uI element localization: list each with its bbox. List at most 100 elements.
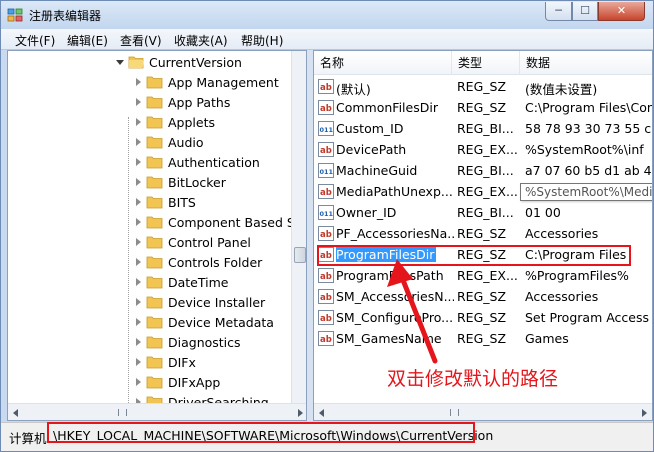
column-header-data[interactable]: 数据 bbox=[520, 51, 652, 75]
list-item[interactable]: ab SM_AccessoriesN... REG_SZ Accessories bbox=[314, 286, 652, 307]
annotation-arrow-icon bbox=[387, 259, 438, 364]
expand-icon[interactable] bbox=[136, 98, 141, 106]
value-name: DevicePath bbox=[336, 142, 454, 157]
highlight-box-programfilesdir bbox=[317, 245, 631, 266]
tree-item[interactable]: Audio bbox=[8, 132, 306, 152]
tree-item-label: DIFxApp bbox=[168, 375, 221, 390]
value-type: REG_EX... bbox=[457, 184, 518, 199]
folder-icon bbox=[146, 236, 163, 249]
expand-icon[interactable] bbox=[136, 78, 141, 86]
list-item[interactable]: ab PF_AccessoriesNa... REG_SZ Accessories bbox=[314, 223, 652, 244]
value-data: Set Program Access a bbox=[525, 310, 653, 325]
svg-text:ab: ab bbox=[320, 293, 332, 303]
values-horizontal-scrollbar[interactable] bbox=[314, 403, 652, 420]
tree-item[interactable]: App Paths bbox=[8, 92, 306, 112]
menu-view[interactable]: 查看(V) bbox=[120, 32, 162, 49]
svg-text:ab: ab bbox=[320, 83, 332, 93]
tree-item[interactable]: App Management bbox=[8, 72, 306, 92]
list-item[interactable]: ab DevicePath REG_EX... %SystemRoot%\inf bbox=[314, 139, 652, 160]
tree-item-currentversion[interactable]: CurrentVersion bbox=[8, 52, 306, 72]
tree-item-label: Controls Folder bbox=[168, 255, 263, 270]
tree-item[interactable]: Diagnostics bbox=[8, 332, 306, 352]
list-item[interactable]: 011 MachineGuid REG_BI... a7 07 60 b5 d1 ab… bbox=[314, 160, 652, 181]
folder-icon bbox=[146, 156, 163, 169]
expand-icon[interactable] bbox=[136, 258, 141, 266]
expand-icon[interactable] bbox=[136, 198, 141, 206]
list-item[interactable]: ab CommonFilesDir REG_SZ C:\Program Files\C… bbox=[314, 97, 652, 118]
scrollbar-grip-icon[interactable] bbox=[450, 409, 459, 416]
maximize-button[interactable]: ☐ bbox=[572, 2, 598, 21]
value-type: REG_SZ bbox=[457, 331, 507, 346]
collapse-icon[interactable] bbox=[116, 60, 124, 65]
list-item[interactable]: ab SM_GamesName REG_SZ Games bbox=[314, 328, 652, 349]
title-bar[interactable]: 注册表编辑器 ─ ☐ ✕ bbox=[1, 1, 653, 29]
registry-app-icon bbox=[7, 8, 23, 22]
list-item[interactable]: ab (默认) REG_SZ (数值未设置) bbox=[314, 76, 652, 97]
expand-icon[interactable] bbox=[136, 318, 141, 326]
tree-item[interactable]: Authentication bbox=[8, 152, 306, 172]
tree-item[interactable]: Device Installer bbox=[8, 292, 306, 312]
list-item[interactable]: ab SM_ConfigurePro... REG_SZ Set Program Ac… bbox=[314, 307, 653, 328]
value-type: REG_SZ bbox=[457, 310, 507, 325]
folder-icon bbox=[146, 196, 163, 209]
scrollbar-grip-icon[interactable] bbox=[118, 409, 127, 416]
tree-item[interactable]: Applets bbox=[8, 112, 306, 132]
list-item[interactable]: 011 Owner_ID REG_BI... 01 00 bbox=[314, 202, 652, 223]
tree-item[interactable]: DateTime bbox=[8, 272, 306, 292]
svg-text:ab: ab bbox=[320, 314, 332, 324]
expand-icon[interactable] bbox=[136, 298, 141, 306]
tree-item[interactable]: DIFxApp bbox=[8, 372, 306, 392]
menu-favorites[interactable]: 收藏夹(A) bbox=[174, 32, 228, 49]
scroll-left-icon[interactable] bbox=[13, 409, 18, 417]
expand-icon[interactable] bbox=[136, 378, 141, 386]
menu-edit[interactable]: 编辑(E) bbox=[67, 32, 108, 49]
expand-icon[interactable] bbox=[136, 118, 141, 126]
value-type: REG_SZ bbox=[457, 79, 507, 94]
string-value-icon: ab bbox=[318, 100, 334, 115]
expand-icon[interactable] bbox=[136, 278, 141, 286]
expand-icon[interactable] bbox=[136, 158, 141, 166]
tree-item[interactable]: Component Based Se bbox=[8, 212, 306, 232]
expand-icon[interactable] bbox=[136, 358, 141, 366]
string-value-icon: ab bbox=[318, 184, 334, 199]
tree-item-label: Component Based Se bbox=[168, 215, 303, 230]
tree-item[interactable]: Device Metadata bbox=[8, 312, 306, 332]
tree-item[interactable]: BITS bbox=[8, 192, 306, 212]
expand-icon[interactable] bbox=[136, 238, 141, 246]
scroll-right-icon[interactable] bbox=[298, 409, 303, 417]
list-item[interactable]: 011 Custom_ID REG_BI... 58 78 93 30 73 55 c… bbox=[314, 118, 652, 139]
folder-icon bbox=[146, 376, 163, 389]
tree-item[interactable]: BitLocker bbox=[8, 172, 306, 192]
expand-icon[interactable] bbox=[136, 178, 141, 186]
value-type: REG_EX... bbox=[457, 142, 518, 157]
tree-item[interactable]: Controls Folder bbox=[8, 252, 306, 272]
menu-file[interactable]: 文件(F) bbox=[15, 32, 55, 49]
expand-icon[interactable] bbox=[136, 338, 141, 346]
scrollbar-thumb[interactable] bbox=[294, 247, 306, 263]
folder-open-icon bbox=[128, 56, 144, 69]
expand-icon[interactable] bbox=[136, 138, 141, 146]
binary-value-icon: 011 bbox=[318, 205, 334, 220]
scroll-right-icon[interactable] bbox=[642, 409, 647, 417]
tree-item[interactable]: Control Panel bbox=[8, 232, 306, 252]
list-item[interactable]: ab ProgramFilesPath REG_EX... %ProgramFiles… bbox=[314, 265, 652, 286]
column-header-type[interactable]: 类型 bbox=[452, 51, 520, 75]
scroll-left-icon[interactable] bbox=[319, 409, 324, 417]
tree-horizontal-scrollbar[interactable] bbox=[8, 403, 306, 420]
registry-tree-pane[interactable]: CurrentVersion App Management App Paths … bbox=[7, 50, 307, 421]
menu-help[interactable]: 帮助(H) bbox=[241, 32, 283, 49]
folder-icon bbox=[146, 356, 163, 369]
value-data: %SystemRoot%\inf bbox=[525, 142, 644, 157]
value-name: PF_AccessoriesNa... bbox=[336, 226, 454, 241]
tree-vertical-scrollbar[interactable] bbox=[291, 51, 306, 403]
close-button[interactable]: ✕ bbox=[598, 2, 645, 21]
tree-item[interactable]: DIFx bbox=[8, 352, 306, 372]
column-header-name[interactable]: 名称 bbox=[314, 51, 452, 75]
expand-icon[interactable] bbox=[136, 218, 141, 226]
string-value-icon: ab bbox=[318, 142, 334, 157]
value-type: REG_EX... bbox=[457, 268, 518, 283]
minimize-button[interactable]: ─ bbox=[545, 2, 572, 21]
value-data: 01 00 bbox=[525, 205, 561, 220]
tree-item-label: Diagnostics bbox=[168, 335, 241, 350]
svg-text:011: 011 bbox=[320, 126, 334, 134]
